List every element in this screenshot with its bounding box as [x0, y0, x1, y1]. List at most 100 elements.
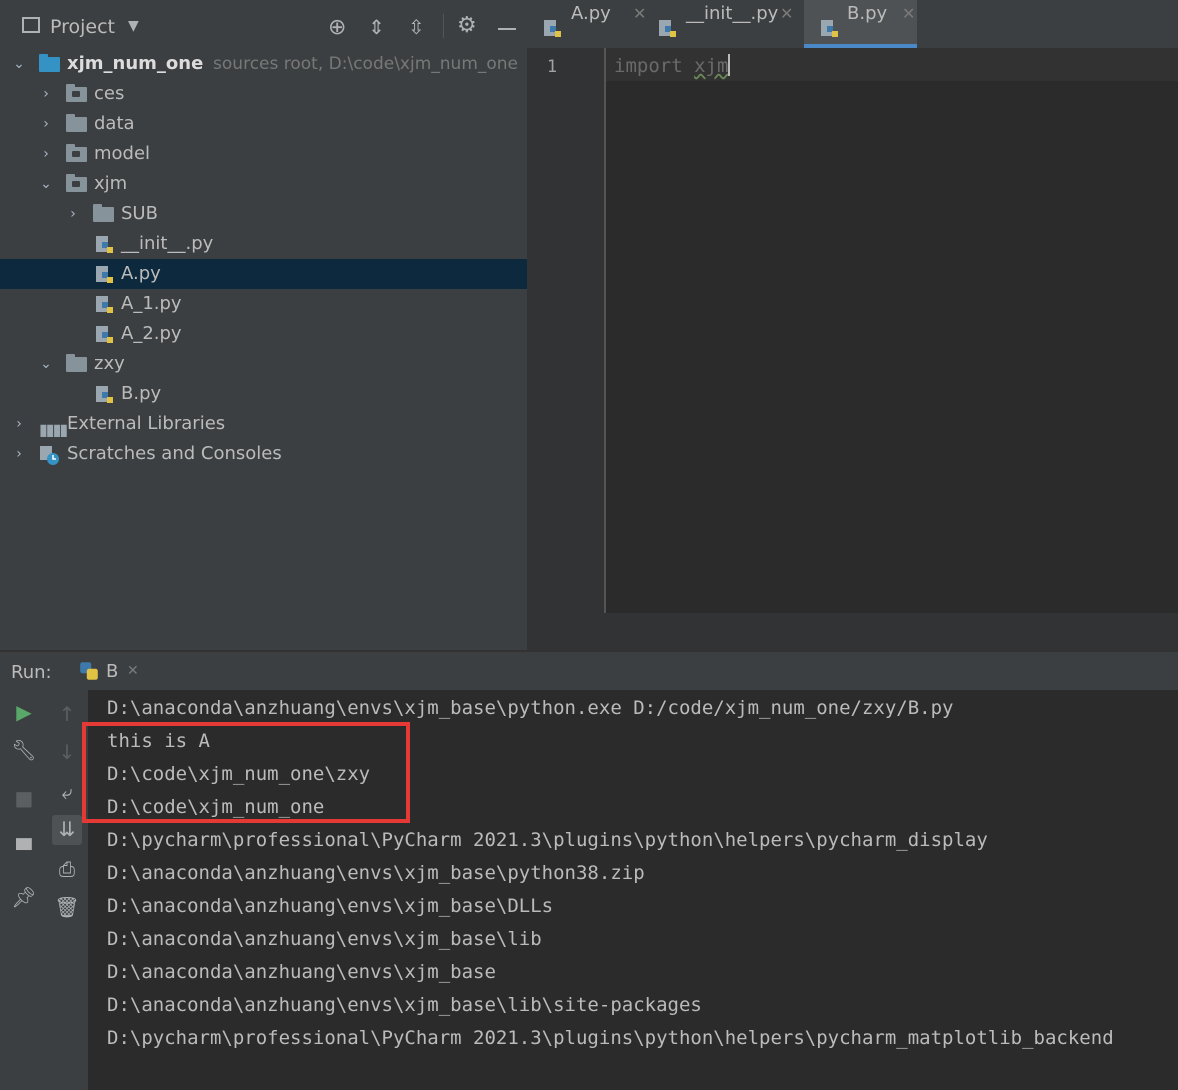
python-file-icon [96, 266, 113, 283]
close-tab-icon[interactable]: ✕ [633, 0, 646, 43]
console-line: D:\anaconda\anzhuang\envs\xjm_base\DLLs [107, 895, 554, 917]
annotation-highlight-box [82, 722, 410, 823]
tree-item-xjm[interactable]: ⌄ xjm [0, 169, 527, 199]
tree-item-scratches[interactable]: › Scratches and Consoles [0, 439, 527, 469]
python-file-icon [96, 326, 113, 343]
tab-label: A.py [571, 3, 611, 24]
tree-item-A-py[interactable]: A.py [0, 259, 527, 289]
tab-init-py[interactable]: __init__.py ✕ [658, 0, 798, 48]
python-file-icon [96, 296, 113, 313]
folder-icon [93, 204, 114, 222]
project-panel-title[interactable]: Project [50, 16, 115, 38]
tree-item-external-libraries[interactable]: › ▮▮▮▮ External Libraries [0, 409, 527, 439]
tree-item-label: A_1.py [121, 293, 182, 314]
view-dropdown-icon[interactable]: ▼ [128, 18, 139, 34]
python-file-icon [544, 20, 561, 37]
root-folder-meta: sources root, D:\code\xjm_num_one [213, 54, 519, 74]
hide-panel-icon[interactable] [498, 28, 516, 30]
close-tab-icon[interactable]: ✕ [902, 0, 915, 43]
wrench-icon[interactable]: 🔧︎ [9, 738, 39, 762]
package-folder-icon [66, 144, 87, 162]
locate-file-icon[interactable]: ⊕ [328, 15, 346, 40]
chevron-down-icon[interactable]: ⌄ [11, 49, 27, 79]
tab-label: __init__.py [686, 3, 779, 24]
arrow-down-icon[interactable]: ↓ [52, 740, 82, 764]
console-line: D:\anaconda\anzhuang\envs\xjm_base\lib\s… [107, 994, 702, 1016]
code-editor[interactable]: import xjm [614, 54, 731, 77]
editor-gutter [527, 48, 605, 613]
project-panel-header: Project ▼ ⊕ ⇕ ⇳ ⚙ [0, 0, 527, 46]
tree-item-label: External Libraries [67, 413, 226, 434]
tab-label: B.py [847, 3, 888, 24]
package-folder-icon [66, 174, 87, 192]
tab-B-py[interactable]: B.py ✕ [804, 0, 917, 48]
close-tab-icon[interactable]: ✕ [127, 663, 139, 679]
chevron-right-icon[interactable]: › [38, 109, 54, 139]
line-number: 1 [546, 57, 558, 77]
tree-item-A_1-py[interactable]: A_1.py [0, 289, 527, 319]
run-label: Run: [11, 662, 52, 683]
tree-item-label: SUB [121, 203, 158, 224]
print-icon[interactable]: ⎙ [52, 857, 82, 881]
tree-item-zxy[interactable]: ⌄ zxy [0, 349, 527, 379]
stop-icon[interactable]: ■ [9, 786, 39, 810]
python-file-icon [96, 236, 113, 253]
run-tab-label: B [106, 661, 119, 682]
gutter-divider [604, 48, 606, 613]
folder-icon [39, 54, 60, 72]
text-caret [728, 54, 731, 76]
tree-item-SUB[interactable]: › SUB [0, 199, 527, 229]
chevron-right-icon[interactable]: › [11, 409, 27, 439]
console-line: D:\pycharm\professional\PyCharm 2021.3\p… [107, 829, 988, 851]
tree-item-init-py[interactable]: __init__.py [0, 229, 527, 259]
console-line: D:\pycharm\professional\PyCharm 2021.3\p… [107, 1027, 1114, 1049]
project-panel: Project ▼ ⊕ ⇕ ⇳ ⚙ ⌄ xjm_num_one sources … [0, 0, 527, 650]
tree-item-model[interactable]: › model [0, 139, 527, 169]
chevron-right-icon[interactable]: › [38, 139, 54, 169]
tree-item-label: model [94, 143, 151, 164]
close-tab-icon[interactable]: ✕ [780, 0, 793, 43]
chevron-right-icon[interactable]: › [38, 79, 54, 109]
chevron-right-icon[interactable]: › [65, 199, 81, 229]
tree-item-label: ces [94, 83, 125, 104]
run-tab-B[interactable]: B ✕ [58, 652, 156, 693]
tree-item-label: Scratches and Consoles [67, 443, 282, 464]
tree-root-xjm_num_one[interactable]: ⌄ xjm_num_one sources root, D:\code\xjm_… [0, 49, 527, 79]
tree-item-ces[interactable]: › ces [0, 79, 527, 109]
tree-item-label: A.py [121, 263, 161, 284]
soft-wrap-icon[interactable]: ⤶ [52, 780, 82, 804]
tree-item-B-py[interactable]: B.py [0, 379, 527, 409]
scratches-icon [40, 446, 59, 465]
pin-icon[interactable]: 📌︎ [9, 885, 39, 909]
console-line: D:\anaconda\anzhuang\envs\xjm_base\pytho… [107, 697, 954, 719]
divider [443, 14, 444, 38]
gear-icon[interactable]: ⚙ [457, 13, 477, 38]
collapse-all-icon[interactable]: ⇳ [408, 15, 425, 39]
package-folder-icon [66, 84, 87, 102]
folder-icon [66, 114, 87, 132]
chevron-down-icon[interactable]: ⌄ [38, 349, 54, 379]
console-line: D:\anaconda\anzhuang\envs\xjm_base\pytho… [107, 862, 645, 884]
tree-item-data[interactable]: › data [0, 109, 527, 139]
chevron-down-icon[interactable]: ⌄ [38, 169, 54, 199]
tab-A-py[interactable]: A.py ✕ [543, 0, 646, 48]
tree-item-label: __init__.py [121, 233, 214, 254]
chevron-right-icon[interactable]: › [11, 439, 27, 469]
root-folder-name: xjm_num_one [67, 53, 204, 74]
rerun-icon[interactable]: ▶ [9, 700, 39, 724]
tree-item-A_2-py[interactable]: A_2.py [0, 319, 527, 349]
console-line: D:\anaconda\anzhuang\envs\xjm_base [107, 961, 496, 983]
folder-icon [66, 354, 87, 372]
trash-icon[interactable]: 🗑︎ [52, 895, 82, 919]
run-side-toolbar: ▶ ↑ 🔧︎ ↓ ■ ⤶ ⇊ ▀ ⎙ 📌︎ 🗑︎ [0, 690, 88, 1090]
layout-icon[interactable]: ▀ [9, 838, 39, 862]
tree-item-label: A_2.py [121, 323, 182, 344]
project-view-icon[interactable] [22, 17, 40, 33]
arrow-up-icon[interactable]: ↑ [52, 702, 82, 726]
tree-item-label: zxy [94, 353, 125, 374]
python-file-icon [821, 20, 838, 37]
python-file-icon [96, 386, 113, 403]
tree-item-label: xjm [94, 173, 128, 194]
editor-tabs: A.py ✕ __init__.py ✕ B.py ✕ [527, 0, 1178, 49]
expand-all-icon[interactable]: ⇕ [368, 15, 385, 39]
